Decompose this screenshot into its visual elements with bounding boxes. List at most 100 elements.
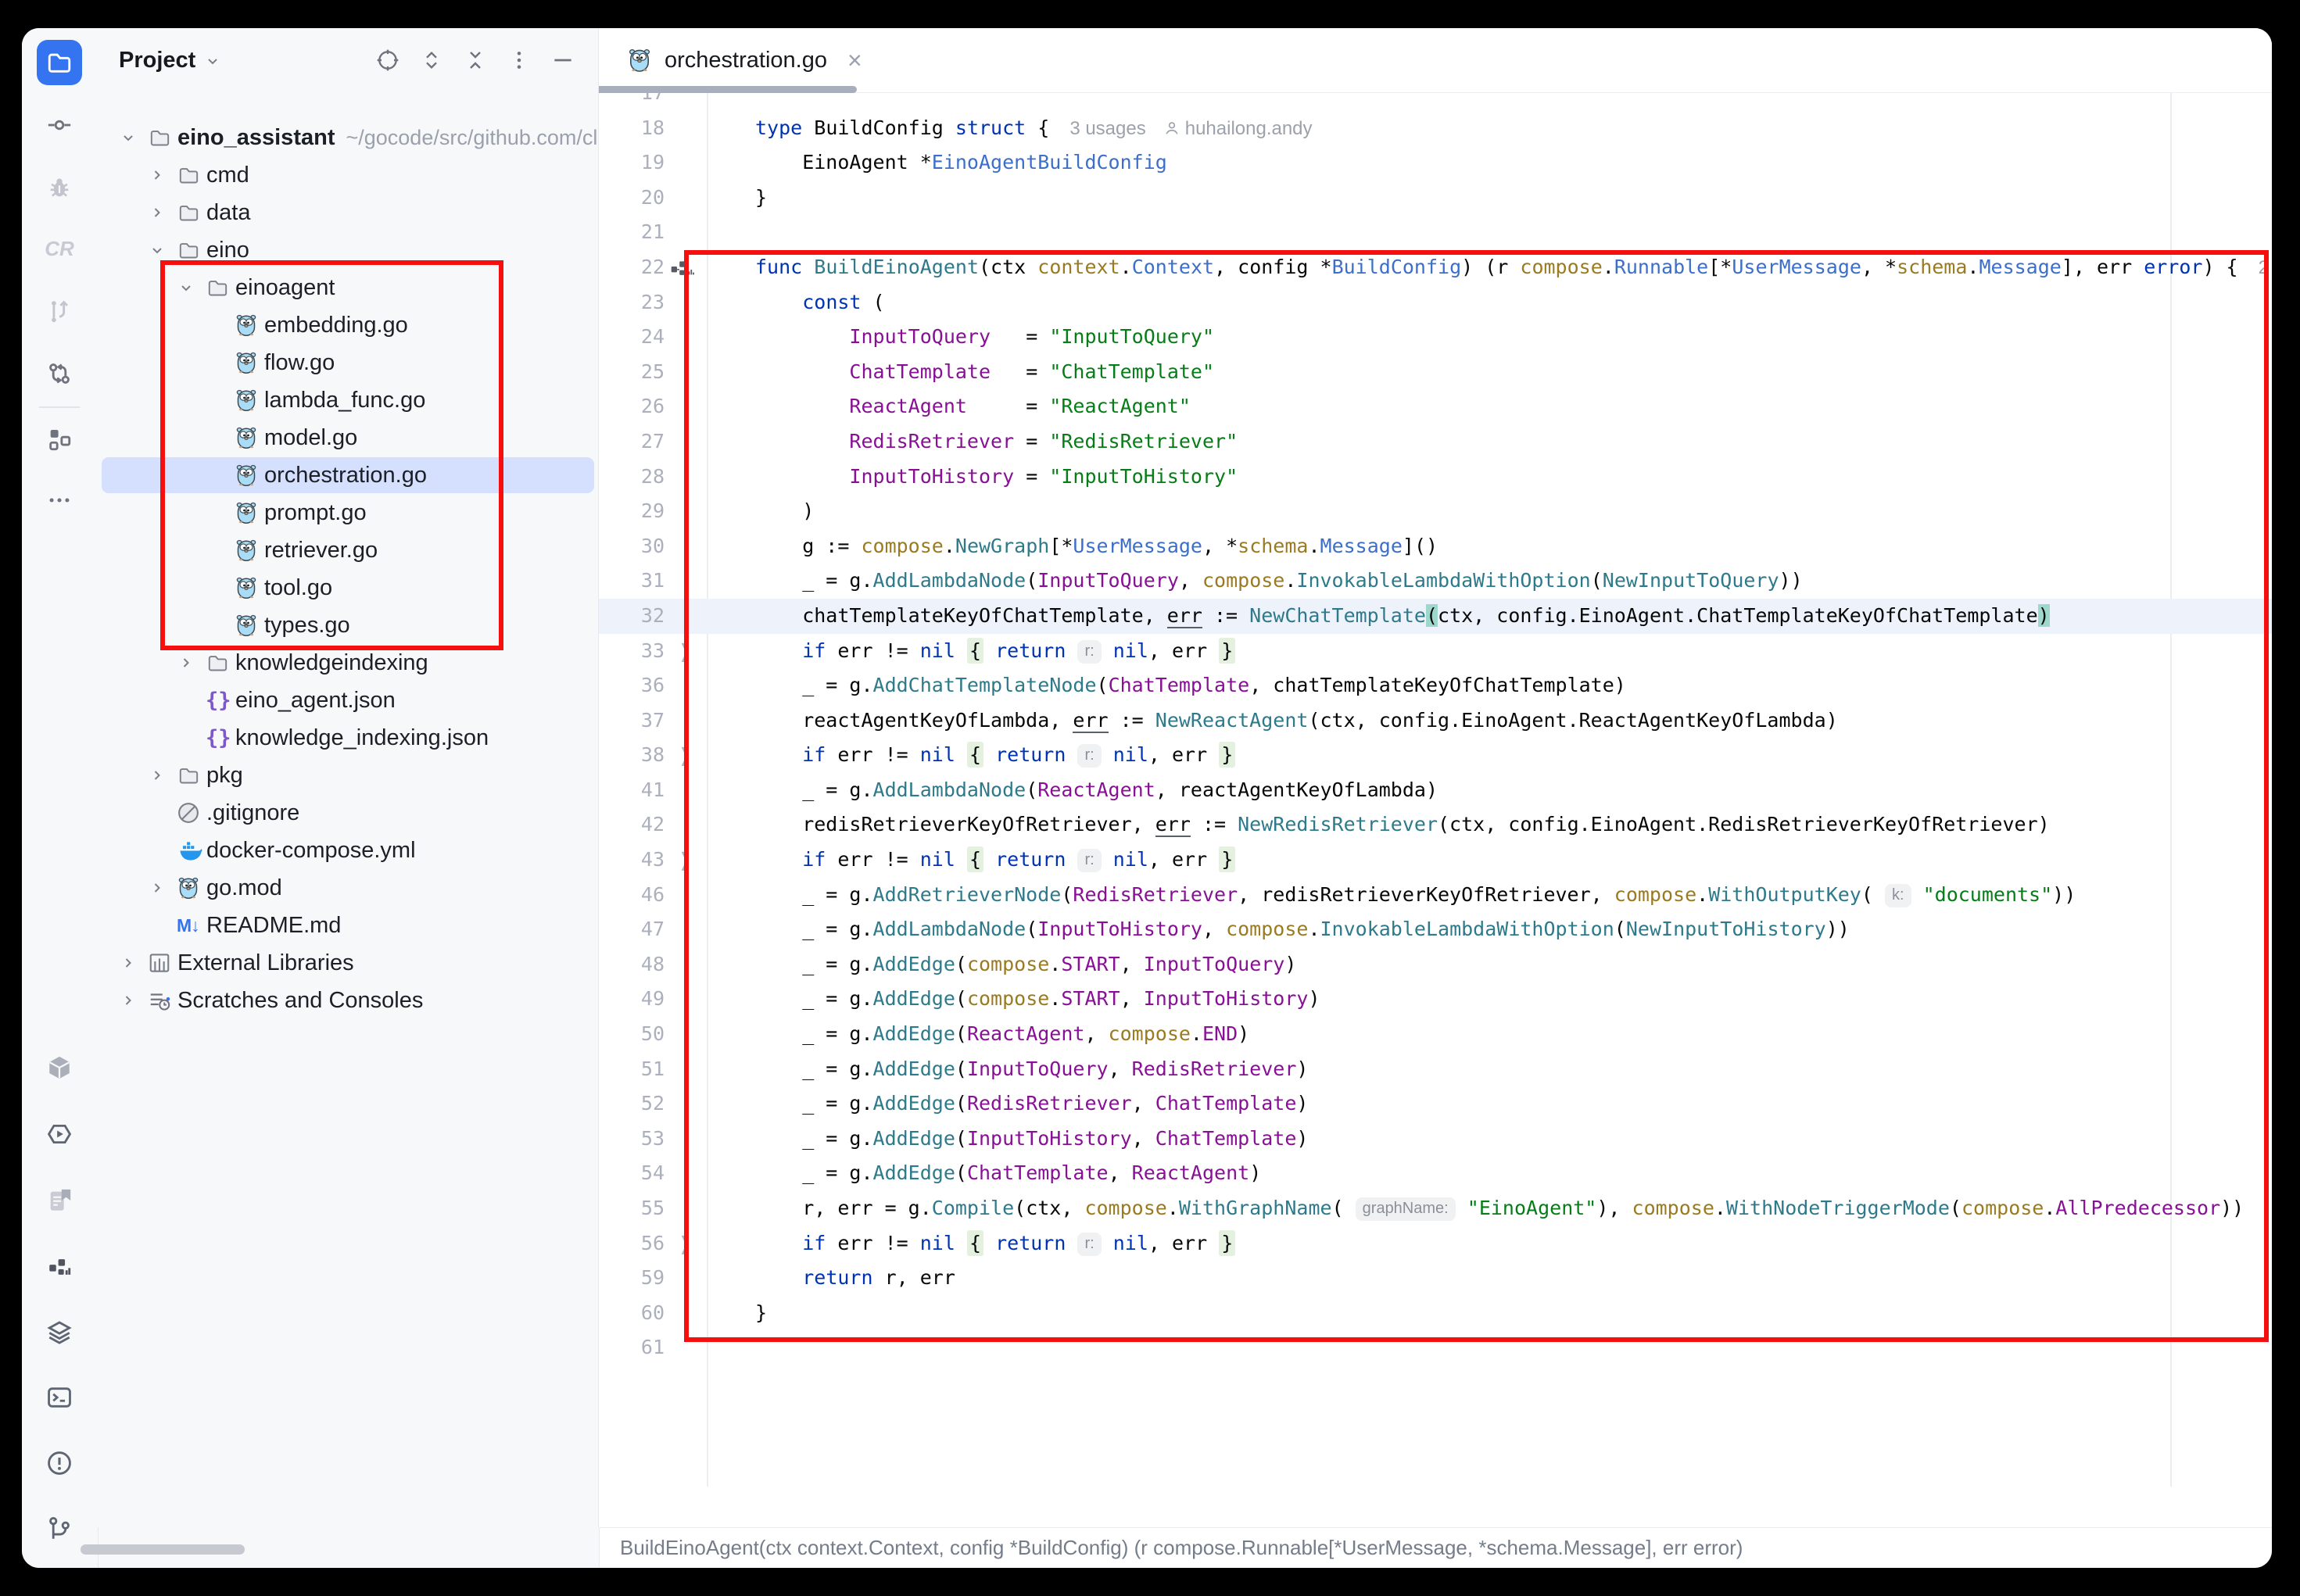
code-line-42[interactable]: 42 redisRetrieverKeyOfRetriever, err := …	[599, 807, 2272, 843]
chevron-right-icon[interactable]	[148, 757, 177, 794]
line-number[interactable]: 27	[599, 424, 665, 460]
graph-gutter-icon[interactable]	[671, 258, 694, 278]
tree-item-pkg[interactable]: pkg	[98, 757, 598, 794]
tree-item--gitignore[interactable]: .gitignore	[98, 794, 598, 832]
tree-item-eino[interactable]: eino	[98, 231, 598, 269]
code-line-48[interactable]: 48 _ = g.AddEdge(compose.START, InputToQ…	[599, 947, 2272, 982]
line-number[interactable]: 50	[599, 1017, 665, 1052]
line-number[interactable]: 53	[599, 1122, 665, 1157]
tree-item-retriever-go[interactable]: retriever.go	[98, 531, 598, 569]
code-line-60[interactable]: 60}	[599, 1296, 2272, 1331]
problems-icon[interactable]	[37, 1440, 82, 1486]
code-line-33[interactable]: 33❭ if err != nil { return r: nil, err }	[599, 634, 2272, 669]
line-number[interactable]: 42	[599, 807, 665, 843]
profiler-icon[interactable]	[37, 1244, 82, 1290]
chevron-down-icon[interactable]	[203, 52, 222, 70]
bookmark-icon[interactable]	[37, 1178, 82, 1223]
code-line-26[interactable]: 26 ReactAgent = "ReactAgent"	[599, 389, 2272, 424]
tree-item-knowledgeindexing[interactable]: knowledgeindexing	[98, 644, 598, 682]
code-line-31[interactable]: 31 _ = g.AddLambdaNode(InputToQuery, com…	[599, 564, 2272, 599]
project-panel-hscrollbar[interactable]	[81, 1544, 245, 1555]
package-icon[interactable]	[37, 1045, 82, 1090]
tree-item-cmd[interactable]: cmd	[98, 156, 598, 194]
tree-item-eino-assistant[interactable]: eino_assistant~/gocode/src/github.com/cl	[98, 119, 598, 156]
line-number[interactable]: 30	[599, 529, 665, 564]
code-line-43[interactable]: 43❭ if err != nil { return r: nil, err }	[599, 843, 2272, 878]
line-number[interactable]: 47	[599, 912, 665, 947]
line-number[interactable]: 36	[599, 668, 665, 703]
line-number[interactable]: 56	[599, 1226, 665, 1261]
folder-icon[interactable]	[37, 40, 82, 85]
line-number[interactable]: 61	[599, 1330, 665, 1365]
tree-item-eino-agent-json[interactable]: {}eino_agent.json	[98, 682, 598, 719]
structure-icon[interactable]	[37, 417, 82, 462]
tree-item-go-mod[interactable]: go.mod	[98, 869, 598, 907]
code-line-53[interactable]: 53 _ = g.AddEdge(InputToHistory, ChatTem…	[599, 1122, 2272, 1157]
tab-close-icon[interactable]: ×	[847, 46, 862, 75]
locate-button[interactable]	[374, 47, 401, 73]
git-branch-icon[interactable]	[37, 1506, 82, 1551]
breadcrumb-signature[interactable]: BuildEinoAgent(ctx context.Context, conf…	[620, 1528, 1743, 1567]
line-number[interactable]: 31	[599, 564, 665, 599]
chevron-right-icon[interactable]	[148, 869, 177, 907]
line-number[interactable]: 22	[599, 250, 665, 285]
compare-icon[interactable]	[37, 351, 82, 396]
tree-item-embedding-go[interactable]: embedding.go	[98, 306, 598, 344]
code-line-22[interactable]: 22func BuildEinoAgent(ctx context.Contex…	[599, 250, 2272, 285]
code-line-59[interactable]: 59 return r, err	[599, 1261, 2272, 1296]
line-number[interactable]: 38	[599, 738, 665, 773]
code-line-28[interactable]: 28 InputToHistory = "InputToHistory"	[599, 460, 2272, 495]
bug-icon[interactable]	[37, 165, 82, 210]
line-number[interactable]: 41	[599, 773, 665, 808]
line-number[interactable]: 26	[599, 389, 665, 424]
fold-marker-icon[interactable]: ❭	[677, 1226, 693, 1261]
code-line-52[interactable]: 52 _ = g.AddEdge(RedisRetriever, ChatTem…	[599, 1086, 2272, 1122]
code-line-27[interactable]: 27 RedisRetriever = "RedisRetriever"	[599, 424, 2272, 460]
tree-item-readme-md[interactable]: M↓README.md	[98, 907, 598, 944]
pull-request-icon[interactable]	[37, 288, 82, 334]
tree-item-prompt-go[interactable]: prompt.go	[98, 494, 598, 531]
expand-all-button[interactable]	[418, 47, 445, 73]
tree-item-knowledge-indexing-json[interactable]: {}knowledge_indexing.json	[98, 719, 598, 757]
line-number[interactable]: 49	[599, 982, 665, 1017]
tree-item-orchestration-go[interactable]: orchestration.go	[98, 456, 598, 494]
code-line-54[interactable]: 54 _ = g.AddEdge(ChatTemplate, ReactAgen…	[599, 1156, 2272, 1191]
chevron-right-icon[interactable]	[119, 982, 148, 1019]
layers-icon[interactable]	[37, 1309, 82, 1354]
fold-marker-icon[interactable]: ❭	[677, 843, 693, 878]
line-number[interactable]: 17	[599, 93, 665, 111]
code-line-30[interactable]: 30 g := compose.NewGraph[*UserMessage, *…	[599, 529, 2272, 564]
tree-item-einoagent[interactable]: einoagent	[98, 269, 598, 306]
chevron-right-icon[interactable]	[119, 944, 148, 982]
chevron-right-icon[interactable]	[177, 644, 206, 682]
tree-item-lambda-func-go[interactable]: lambda_func.go	[98, 381, 598, 419]
tab-scroll-thumb[interactable]	[599, 86, 857, 93]
line-number[interactable]: 37	[599, 703, 665, 739]
chevron-right-icon[interactable]	[148, 194, 177, 231]
fold-marker-icon[interactable]: ❭	[677, 738, 693, 773]
line-number[interactable]: 48	[599, 947, 665, 982]
fold-marker-icon[interactable]: ❭	[677, 634, 693, 669]
tree-item-data[interactable]: data	[98, 194, 598, 231]
line-number[interactable]: 19	[599, 145, 665, 181]
code-line-51[interactable]: 51 _ = g.AddEdge(InputToQuery, RedisRetr…	[599, 1052, 2272, 1087]
line-number[interactable]: 59	[599, 1261, 665, 1296]
code-line-46[interactable]: 46 _ = g.AddRetrieverNode(RedisRetriever…	[599, 878, 2272, 913]
run-hexagon-icon[interactable]	[37, 1111, 82, 1157]
code-line-56[interactable]: 56❭ if err != nil { return r: nil, err }	[599, 1226, 2272, 1261]
code-line-29[interactable]: 29 )	[599, 494, 2272, 529]
code-line-37[interactable]: 37 reactAgentKeyOfLambda, err := NewReac…	[599, 703, 2272, 739]
code-line-18[interactable]: 18type BuildConfig struct {3 usageshuhai…	[599, 111, 2272, 146]
commit-icon[interactable]	[37, 102, 82, 148]
cr-icon[interactable]: CR	[37, 226, 82, 271]
line-number[interactable]: 25	[599, 355, 665, 390]
line-number[interactable]: 60	[599, 1296, 665, 1331]
code-line-32[interactable]: 32 chatTemplateKeyOfChatTemplate, err :=…	[599, 599, 2272, 634]
code-line-38[interactable]: 38❭ if err != nil { return r: nil, err }	[599, 738, 2272, 773]
tab-orchestration-go[interactable]: orchestration.go ×	[599, 28, 886, 92]
hide-panel-button[interactable]	[550, 47, 576, 73]
line-number[interactable]: 43	[599, 843, 665, 878]
code-line-50[interactable]: 50 _ = g.AddEdge(ReactAgent, compose.END…	[599, 1017, 2272, 1052]
chevron-down-icon[interactable]	[119, 119, 148, 156]
line-number[interactable]: 18	[599, 111, 665, 146]
